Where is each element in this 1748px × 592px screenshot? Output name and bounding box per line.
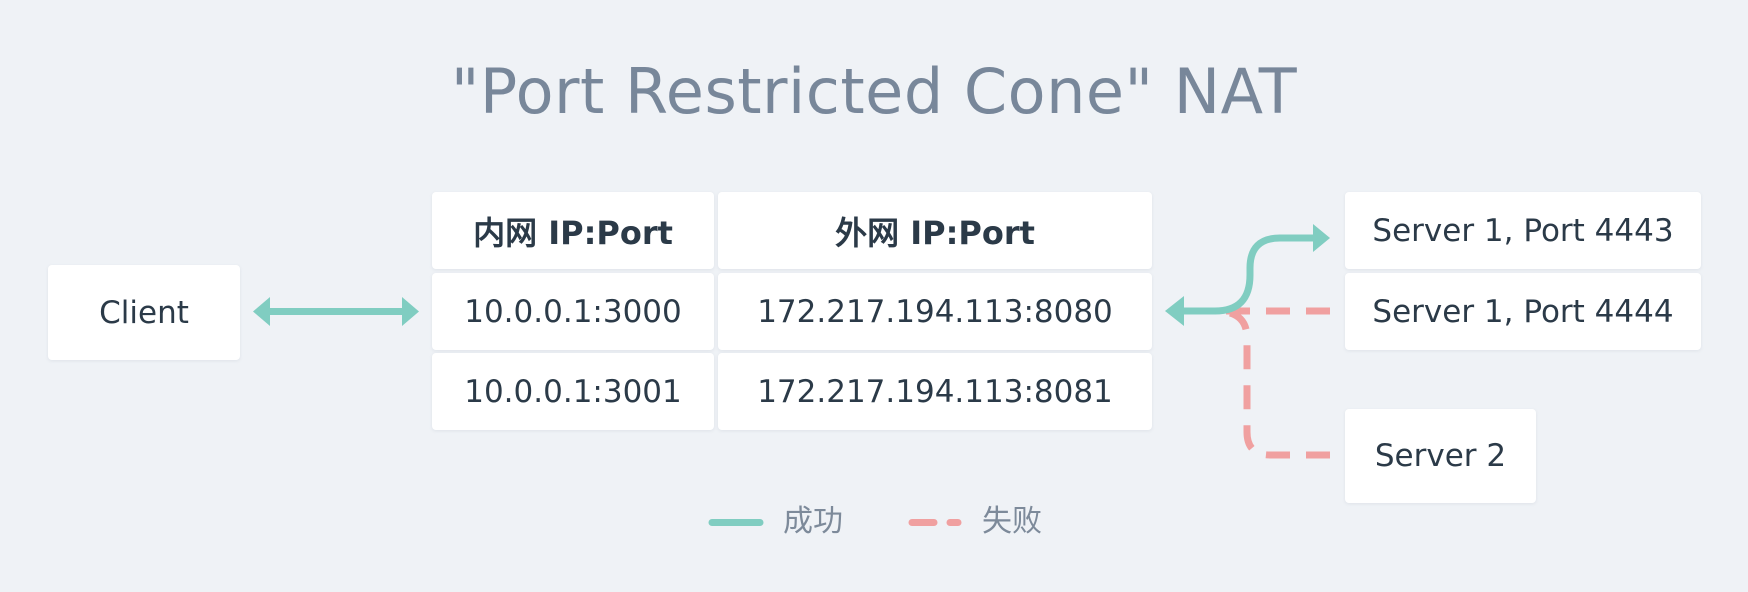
connection-lines <box>253 224 1330 526</box>
legend-failure-label: 失败 <box>982 504 1042 539</box>
legend-success-label: 成功 <box>783 504 843 539</box>
client-nat-success-arrow <box>253 297 419 326</box>
server2-failure-line <box>1228 309 1330 459</box>
